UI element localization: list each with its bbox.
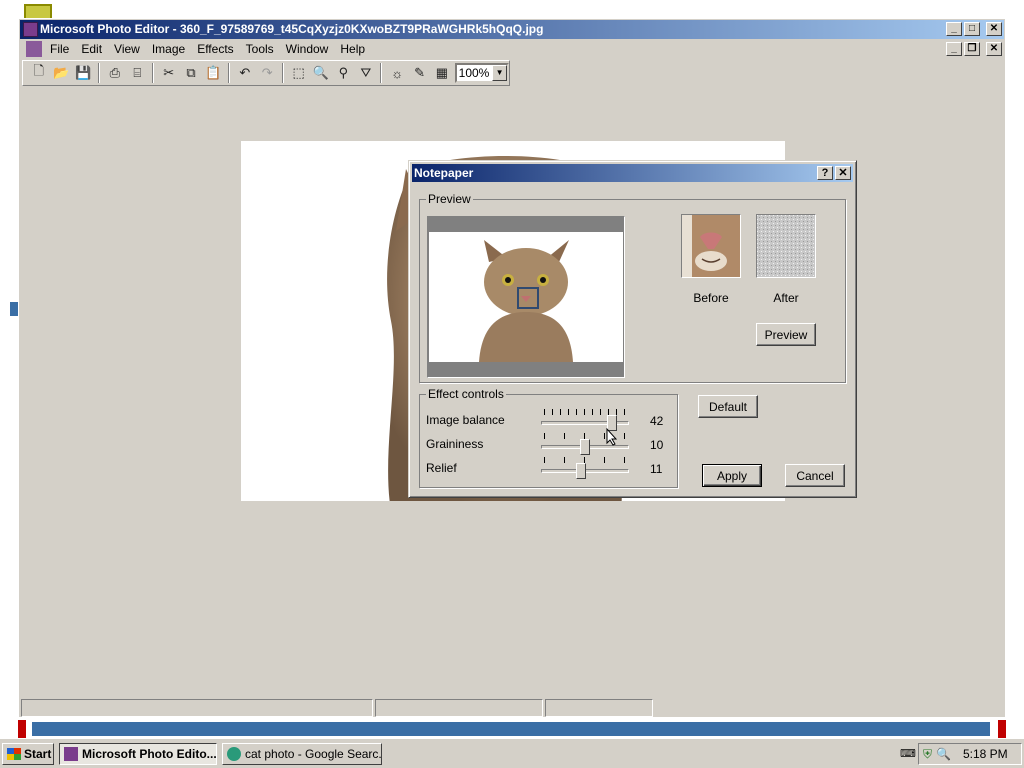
app-icon[interactable] — [23, 22, 38, 37]
menu-tools[interactable]: Tools — [240, 40, 280, 58]
doc-close-button[interactable]: ✕ — [986, 42, 1002, 56]
apply-button[interactable]: Apply — [702, 464, 762, 487]
zoom-icon[interactable]: 🔍 — [311, 63, 330, 83]
effect-controls-label: Effect controls — [426, 387, 506, 401]
dialog-title-bar[interactable]: Notepaper ? ✕ — [412, 164, 853, 182]
select-icon[interactable]: ⬚ — [289, 63, 308, 83]
status-bar — [20, 698, 1004, 718]
windows-logo-icon — [7, 748, 21, 760]
help-button[interactable]: ? — [817, 166, 833, 180]
relief-label: Relief — [426, 461, 457, 475]
undo-icon[interactable]: ↶ — [235, 63, 254, 83]
image-balance-value: 42 — [650, 414, 664, 428]
menu-window[interactable]: Window — [280, 40, 335, 58]
menu-image[interactable]: Image — [146, 40, 191, 58]
toolbar-separator — [281, 63, 284, 83]
toolbar-separator — [98, 63, 101, 83]
status-cell — [545, 699, 653, 717]
status-cell — [21, 699, 373, 717]
brightness-icon[interactable]: ☼ — [387, 63, 406, 83]
status-cell — [375, 699, 543, 717]
preview-image[interactable] — [427, 216, 625, 378]
default-button[interactable]: Default — [698, 395, 758, 418]
start-button[interactable]: Start — [2, 743, 54, 765]
toolbar-separator — [151, 63, 154, 83]
task-photo-editor[interactable]: Microsoft Photo Edito... — [59, 743, 217, 765]
copy-icon[interactable]: ⧉ — [181, 63, 200, 83]
relief-slider[interactable] — [541, 457, 629, 481]
print-icon[interactable]: ⎙ — [105, 63, 124, 83]
menu-effects[interactable]: Effects — [191, 40, 239, 58]
preview-group: Preview Before After Preview — [419, 192, 846, 383]
clock[interactable]: 5:18 PM — [963, 747, 1008, 761]
remove-noise-icon[interactable]: ▦ — [432, 63, 451, 83]
paste-icon[interactable]: 📋 — [204, 63, 223, 83]
relief-value: 11 — [650, 462, 663, 476]
redo-icon[interactable]: ↷ — [258, 63, 277, 83]
menu-view[interactable]: View — [108, 40, 146, 58]
slider-thumb[interactable] — [576, 463, 586, 479]
before-thumbnail — [681, 214, 741, 278]
graininess-value: 10 — [650, 438, 664, 452]
task-label: cat photo - Google Searc... — [245, 747, 382, 761]
preview-selection-rect[interactable] — [517, 287, 539, 309]
zoom-value: 100% — [458, 66, 490, 80]
minimize-button[interactable]: _ — [946, 22, 962, 36]
cut-icon[interactable]: ✂ — [159, 63, 178, 83]
browser-icon — [227, 747, 241, 761]
document-icon[interactable] — [26, 41, 42, 57]
toolbar-separator — [228, 63, 231, 83]
task-label: Microsoft Photo Edito... — [82, 747, 217, 761]
menu-help[interactable]: Help — [334, 40, 371, 58]
start-label: Start — [24, 747, 52, 761]
image-balance-label: Image balance — [426, 413, 505, 427]
doc-restore-button[interactable]: ❐ — [964, 42, 980, 56]
network-icon[interactable]: ⛨ — [923, 747, 932, 762]
menu-edit[interactable]: Edit — [75, 40, 108, 58]
mouse-cursor-icon — [606, 428, 618, 446]
desktop-left — [0, 18, 18, 718]
preview-group-label: Preview — [426, 192, 473, 206]
toolbar-separator — [380, 63, 383, 83]
zoom-select[interactable]: 100% ▼ — [454, 63, 510, 83]
slider-thumb[interactable] — [580, 439, 590, 455]
effect-controls-group: Effect controls Image balance 42 Grainin… — [419, 387, 678, 488]
keyboard-icon[interactable]: ⌨ — [900, 747, 916, 761]
open-icon[interactable]: 📂 — [51, 63, 70, 83]
toolbar: 🗋 📂 💾 ⎙ ⌸ ✂ ⧉ 📋 ↶ ↷ ⬚ 🔍 ⚲ ⛛ ☼ ✎ ▦ 100% ▼ — [22, 60, 510, 86]
desktop-edge-tab-icon[interactable] — [10, 302, 18, 316]
crop-icon[interactable]: ⛛ — [356, 63, 375, 83]
after-thumbnail — [756, 214, 816, 278]
system-tray: ⛨ 🔍 5:18 PM — [918, 743, 1022, 765]
doc-minimize-button[interactable]: _ — [946, 42, 962, 56]
dialog-close-button[interactable]: ✕ — [835, 166, 851, 180]
desktop-right — [1006, 18, 1024, 718]
menu-file[interactable]: File — [44, 40, 75, 58]
graininess-label: Graininess — [426, 437, 484, 451]
title-bar[interactable]: Microsoft Photo Editor - 360_F_97589769_… — [20, 20, 1004, 39]
photo-editor-icon — [64, 747, 78, 761]
cancel-button[interactable]: Cancel — [785, 464, 845, 487]
search-icon[interactable]: 🔍 — [936, 747, 951, 761]
pin-icon[interactable]: ⚲ — [334, 63, 353, 83]
retouch-icon[interactable]: ✎ — [410, 63, 429, 83]
taskbar: Start Microsoft Photo Edito... cat photo… — [0, 738, 1024, 768]
before-label: Before — [693, 291, 729, 305]
preview-button[interactable]: Preview — [756, 323, 816, 346]
desktop-top — [0, 0, 1024, 20]
after-label: After — [773, 291, 799, 305]
task-browser[interactable]: cat photo - Google Searc... — [222, 743, 382, 765]
notepaper-dialog: Notepaper ? ✕ Preview Before After Previ… — [408, 160, 857, 498]
close-button[interactable]: ✕ — [986, 22, 1002, 36]
save-icon[interactable]: 💾 — [74, 63, 93, 83]
new-icon[interactable]: 🗋 — [29, 63, 48, 83]
background-window-strip — [18, 718, 1006, 738]
chevron-down-icon[interactable]: ▼ — [492, 65, 508, 81]
dialog-title: Notepaper — [414, 166, 474, 180]
maximize-button[interactable]: □ — [964, 22, 980, 36]
menu-bar: File Edit View Image Effects Tools Windo… — [20, 40, 1004, 58]
scan-icon[interactable]: ⌸ — [128, 63, 147, 83]
window-title: Microsoft Photo Editor - 360_F_97589769_… — [40, 22, 544, 36]
